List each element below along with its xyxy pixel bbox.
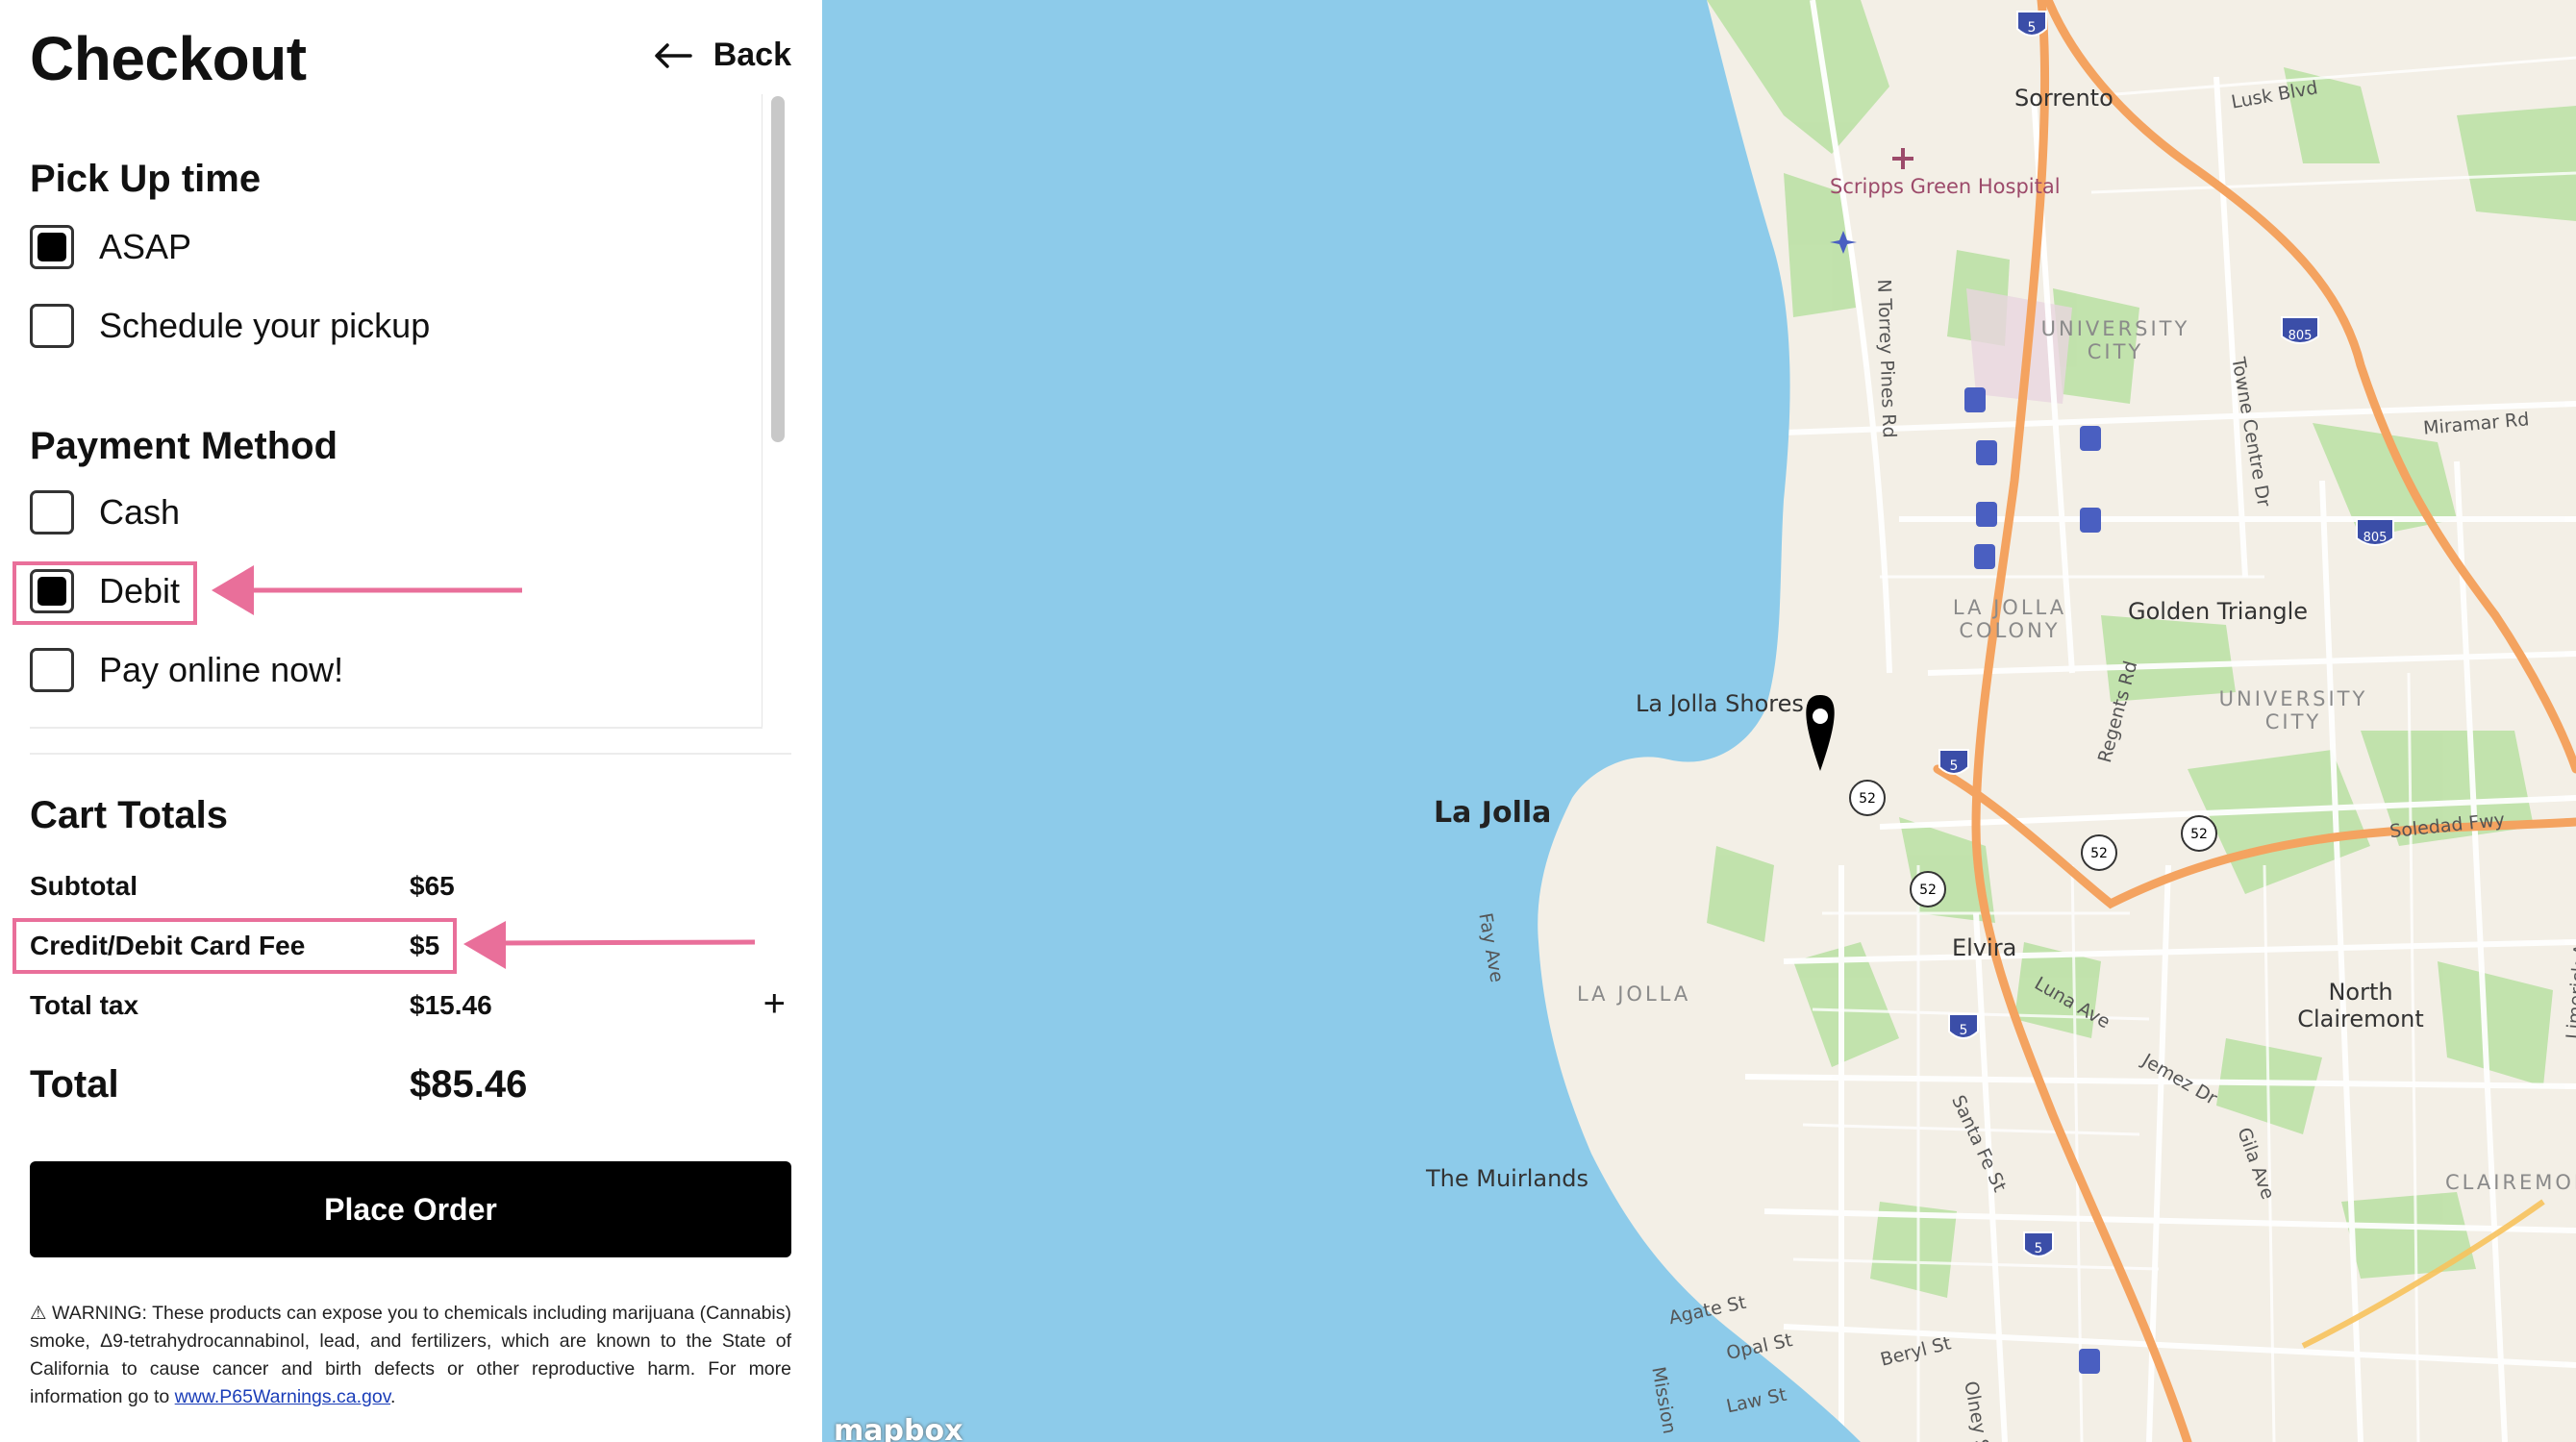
svg-text:52: 52	[2190, 827, 2208, 842]
checkout-panel: Checkout Back Pick Up time ASAP Schedule…	[0, 0, 822, 1442]
total-value: $85.46	[410, 1063, 528, 1106]
prop65-warning: ⚠ WARNING: These products can expose you…	[30, 1303, 791, 1407]
back-button[interactable]: Back	[654, 37, 791, 74]
svg-text:52: 52	[1859, 791, 1876, 807]
pickup-schedule-option[interactable]: Schedule your pickup	[30, 304, 430, 348]
scrollbar-thumb[interactable]	[771, 96, 785, 442]
option-label: Schedule your pickup	[99, 306, 431, 345]
option-label: Cash	[99, 492, 181, 532]
tax-label: Total tax	[30, 990, 139, 1020]
svg-text:805: 805	[2288, 329, 2313, 343]
back-arrow-icon	[654, 42, 692, 69]
interstate-805-shield-icon: 805	[2281, 316, 2319, 344]
transit-stop-icon	[1964, 387, 1986, 412]
page-title: Checkout	[30, 24, 307, 93]
mapbox-logo[interactable]: mapbox	[834, 1414, 963, 1442]
payment-title: Payment Method	[30, 425, 338, 467]
hospital-icon	[1892, 148, 1913, 169]
map-view[interactable]: Sorrento Lusk Blvd Scripps Green Hospita…	[822, 0, 2576, 1442]
payment-cash-option[interactable]: Cash	[30, 490, 180, 535]
svg-text:5: 5	[1960, 1023, 1968, 1038]
transit-stop-icon	[2079, 1349, 2100, 1374]
option-label: Pay online now!	[99, 650, 344, 689]
interstate-5-shield-icon: 5	[2016, 11, 2047, 37]
divider	[30, 727, 763, 729]
svg-text:5: 5	[1950, 758, 1959, 774]
highway-shields: 5 805 805 5 5 5 52 52 52 52	[1806, 11, 2394, 1374]
transit-stop-icon	[1976, 502, 1997, 527]
interstate-5-shield-icon: 5	[2023, 1231, 2054, 1257]
option-label: ASAP	[99, 227, 192, 266]
svg-text:805: 805	[2363, 531, 2388, 545]
payment-online-option[interactable]: Pay online now!	[30, 648, 343, 692]
annotation-highlight-fee	[13, 918, 457, 974]
route-52-shield-icon: 52	[1910, 871, 1946, 907]
annotation-highlight-debit	[13, 561, 197, 625]
cart-totals-title: Cart Totals	[30, 794, 228, 836]
subtotal-label: Subtotal	[30, 871, 138, 901]
warning-text: ⚠ WARNING: These products can expose you…	[30, 1303, 791, 1407]
pickup-title: Pick Up time	[30, 158, 262, 200]
place-order-button[interactable]: Place Order	[30, 1161, 791, 1257]
checkbox-checked[interactable]	[30, 225, 74, 269]
interstate-5-shield-icon: 5	[1948, 1013, 1979, 1039]
tax-value: $15.46	[410, 990, 492, 1020]
p65-warnings-link[interactable]: www.P65Warnings.ca.gov	[175, 1386, 390, 1407]
transit-stop-icon	[1974, 544, 1995, 569]
transit-stop-icon	[1976, 440, 1997, 465]
interstate-5-shield-icon: 5	[1938, 749, 1969, 775]
annotation-arrow-icon	[212, 565, 522, 615]
annotation-arrow-icon	[463, 921, 756, 969]
interstate-805-shield-icon: 805	[2356, 518, 2394, 546]
total-label: Total	[30, 1063, 119, 1106]
checkbox-unchecked[interactable]	[30, 490, 74, 535]
back-label: Back	[713, 37, 791, 73]
checkbox-unchecked[interactable]	[30, 304, 74, 348]
scrollbar[interactable]	[762, 94, 791, 729]
airfield-icon	[1830, 231, 1857, 254]
checkbox-unchecked[interactable]	[30, 648, 74, 692]
svg-text:52: 52	[1919, 883, 1937, 898]
svg-text:5: 5	[2035, 1241, 2043, 1256]
transit-stop-icon	[2080, 508, 2101, 533]
pickup-asap-option[interactable]: ASAP	[30, 225, 191, 269]
expand-tax-plus-icon[interactable]: +	[763, 982, 786, 1026]
checkout-options-scroll[interactable]: Pick Up time ASAP Schedule your pickup P…	[30, 94, 791, 729]
subtotal-value: $65	[410, 871, 455, 901]
transit-stop-icon	[2080, 426, 2101, 451]
route-52-shield-icon: 52	[2081, 834, 2117, 871]
route-52-shield-icon: 52	[1849, 780, 1886, 816]
location-pin-icon	[1806, 695, 1835, 771]
svg-text:52: 52	[2090, 846, 2108, 861]
route-52-shield-icon: 52	[2181, 815, 2217, 852]
divider	[30, 753, 791, 755]
svg-text:5: 5	[2028, 20, 2037, 36]
